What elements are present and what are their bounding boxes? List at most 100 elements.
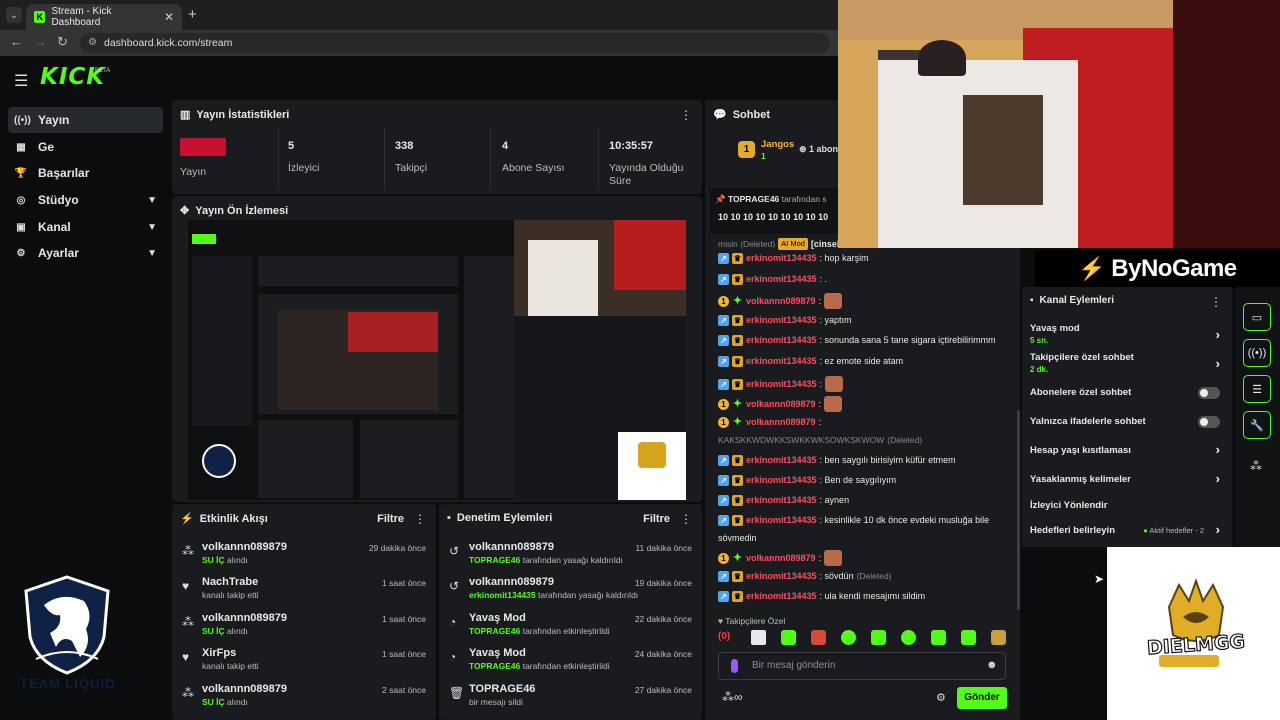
chat-username[interactable]: erkinomit134435 xyxy=(746,334,817,346)
url-field[interactable]: ⚙ dashboard.kick.com/stream xyxy=(80,33,830,53)
new-tab-button[interactable]: + xyxy=(188,6,197,23)
emote-icon[interactable] xyxy=(931,630,946,645)
activity-detail: SU İÇ alındı xyxy=(202,626,248,636)
chat-quick-icon[interactable]: ▭ xyxy=(1243,303,1271,331)
site-info-icon[interactable]: ⚙ xyxy=(88,33,97,53)
chat-username[interactable]: erkinomit134435 xyxy=(746,252,817,264)
chat-username[interactable]: erkinomit134435 xyxy=(746,273,817,285)
moderation-row[interactable]: ◔ Yavaş Mod TOPRAGE46 tarafından etkinle… xyxy=(439,609,702,643)
reload-icon[interactable]: ↻ xyxy=(57,34,68,50)
points-icon[interactable]: ⁂∞ xyxy=(722,690,743,704)
emotes-chat-toggle[interactable] xyxy=(1198,416,1220,428)
moderation-row[interactable]: ◔ Yavaş Mod TOPRAGE46 tarafından etkinle… xyxy=(439,644,702,678)
chart-icon: ▦ xyxy=(16,141,26,153)
chat-username[interactable]: volkannn089879 xyxy=(746,295,816,307)
chat-username[interactable]: erkinomit134435 xyxy=(746,355,817,367)
more-options-icon[interactable]: ⋮ xyxy=(1210,295,1222,309)
chat-username[interactable]: erkinomit134435 xyxy=(746,570,817,582)
emote-icon[interactable] xyxy=(961,630,976,645)
sidebar-item-ayarlar[interactable]: ⚙ Ayarlar ▼ xyxy=(8,240,163,266)
verified-badge-icon: ✦ xyxy=(732,415,743,428)
emote-icon[interactable] xyxy=(901,630,916,645)
sidebar-item-basarilar[interactable]: 🏆 Başarılar xyxy=(8,160,163,186)
redirect-viewers-row[interactable]: İzleyici Yönlendir xyxy=(1030,500,1226,511)
emote-icon[interactable] xyxy=(871,630,886,645)
chat-username[interactable]: erkinomit134435 xyxy=(746,378,817,390)
activity-filter-button[interactable]: Filtre xyxy=(377,513,404,525)
sidebar-item-yayin[interactable]: ((•)) Yayın xyxy=(8,107,163,133)
activity-detail: kanalı takip etti xyxy=(202,661,259,671)
sidebar-item-kanal[interactable]: ▣ Kanal ▼ xyxy=(8,214,163,240)
chat-username[interactable]: erkinomit134435 xyxy=(746,514,817,526)
sidebar-item-label: Ge xyxy=(38,140,55,154)
subscribers-chat-toggle[interactable] xyxy=(1198,387,1220,399)
activity-row[interactable]: ⁂ volkannn089879 SU İÇ alındı 1 saat önc… xyxy=(172,609,436,643)
chat-username[interactable]: erkinomit134435 xyxy=(746,590,817,602)
emote-icon[interactable] xyxy=(811,630,826,645)
goals-status: ● Aktif hedefler - 2 xyxy=(1143,526,1204,535)
moderation-row[interactable]: ↺ volkannn089879 TOPRAGE46 tarafından ya… xyxy=(439,538,702,572)
chat-username[interactable]: erkinomit134435 xyxy=(746,474,817,486)
broadcast-quick-icon[interactable]: ((•)) xyxy=(1243,339,1271,367)
chat-username[interactable]: erkinomit134435 xyxy=(746,314,817,326)
points-icon[interactable]: ⁂ xyxy=(1250,459,1262,473)
panel-title: ▥ Yayın İstatistikleri xyxy=(180,108,290,122)
chat-message-text: : hop karşim xyxy=(819,253,869,263)
moderation-filter-button[interactable]: Filtre xyxy=(643,513,670,525)
top-gifter-name[interactable]: Jangos xyxy=(761,139,794,150)
preview-crown-icon xyxy=(638,442,666,468)
emote-icon[interactable] xyxy=(781,630,796,645)
sidebar-item-genel[interactable]: ▦ Ge xyxy=(8,134,163,160)
chat-message: ↗ ♛ erkinomit134435: xyxy=(718,376,844,392)
activity-row[interactable]: ⁂ volkannn089879 SU İÇ alındı 29 dakika … xyxy=(172,538,436,572)
chat-username[interactable]: erkinomit134435 xyxy=(746,494,817,506)
chat-input[interactable]: Bir mesaj gönderin xyxy=(718,652,1006,680)
forward-icon[interactable]: → xyxy=(34,34,47,49)
channel-actions-panel: ▪ Kanal Eylemleri ⋮ Yavaş mod 5 sn. › Tak… xyxy=(1022,287,1232,547)
chat-scrollbar[interactable] xyxy=(1017,410,1020,610)
back-icon[interactable]: ← xyxy=(10,34,23,49)
tab-list-icon[interactable]: ⌄ xyxy=(6,7,22,23)
emote-icon[interactable] xyxy=(751,630,766,645)
chat-message-text: : sonunda sana 5 tane sigara içtirebilir… xyxy=(819,335,996,345)
chevron-down-icon: ▼ xyxy=(147,247,157,259)
chat-spacer xyxy=(710,412,713,512)
close-tab-icon[interactable]: ✕ xyxy=(164,10,174,24)
more-options-icon[interactable]: ⋮ xyxy=(680,108,692,122)
activity-row[interactable]: ♥ NachTrabe kanalı takip etti 1 saat önc… xyxy=(172,573,436,607)
moderation-row[interactable]: ↺ volkannn089879 erkinomit134435 tarafın… xyxy=(439,573,702,607)
slow-mode-row[interactable]: Yavaş mod 5 sn. › xyxy=(1030,323,1226,345)
more-options-icon[interactable]: ⋮ xyxy=(680,512,692,526)
send-button[interactable]: Gönder xyxy=(957,687,1007,709)
age-restriction-row[interactable]: Hesap yaşı kısıtlaması › xyxy=(1030,442,1226,457)
activity-row[interactable]: ♥ XirFps kanalı takip etti 1 saat önce xyxy=(172,644,436,678)
followers-chat-row[interactable]: Takipçilere özel sohbet 2 dk. › xyxy=(1030,352,1226,374)
microphone-icon[interactable] xyxy=(731,659,738,673)
layout-quick-icon[interactable]: ☰ xyxy=(1243,375,1271,403)
moderation-row[interactable]: 🗑 TOPRAGE46 bir mesajı sildi 27 dakika ö… xyxy=(439,680,702,714)
chat-username[interactable]: volkannn089879 xyxy=(746,416,816,428)
team-liquid-wordmark: TEAM LIQUID xyxy=(20,676,116,691)
subscribers-chat-row[interactable]: Abonelere özel sohbet xyxy=(1030,387,1226,399)
chat-username[interactable]: erkinomit134435 xyxy=(746,454,817,466)
more-options-icon[interactable]: ⋮ xyxy=(414,512,426,526)
stream-preview-video[interactable] xyxy=(188,220,686,500)
goals-row[interactable]: Hedefleri belirleyin ● Aktif hedefler - … xyxy=(1030,522,1226,537)
chat-username[interactable]: volkannn089879 xyxy=(746,552,816,564)
chat-message: 1 ✦ volkannn089879: xyxy=(718,396,843,412)
chat-username[interactable]: volkannn089879 xyxy=(746,398,816,410)
emote-icon[interactable] xyxy=(991,630,1006,645)
emote-icon[interactable]: (0) xyxy=(718,631,730,642)
pinned-message[interactable]: 📌 TOPRAGE46 tarafından s 10 10 10 10 10 … xyxy=(710,188,840,234)
banned-words-row[interactable]: Yasaklanmış kelimeler › xyxy=(1030,471,1226,486)
activity-row[interactable]: ⁂ volkannn089879 SU İÇ alındı 2 saat önc… xyxy=(172,680,436,714)
wrench-quick-icon[interactable]: 🔧 xyxy=(1243,411,1271,439)
emotes-chat-row[interactable]: Yalnızca ifadelerle sohbet xyxy=(1030,416,1226,428)
emoji-picker-icon[interactable]: ☻ xyxy=(986,659,998,671)
browser-tab[interactable]: K Stream - Kick Dashboard ✕ xyxy=(26,4,182,30)
sidebar-item-studyo[interactable]: ◎ Stüdyo ▼ xyxy=(8,187,163,213)
chat-settings-gear-icon[interactable]: ⚙ xyxy=(936,691,946,704)
menu-icon[interactable]: ☰ xyxy=(14,71,28,91)
emote-icon[interactable] xyxy=(841,630,856,645)
sidebar-item-label: Stüdyo xyxy=(38,193,79,207)
